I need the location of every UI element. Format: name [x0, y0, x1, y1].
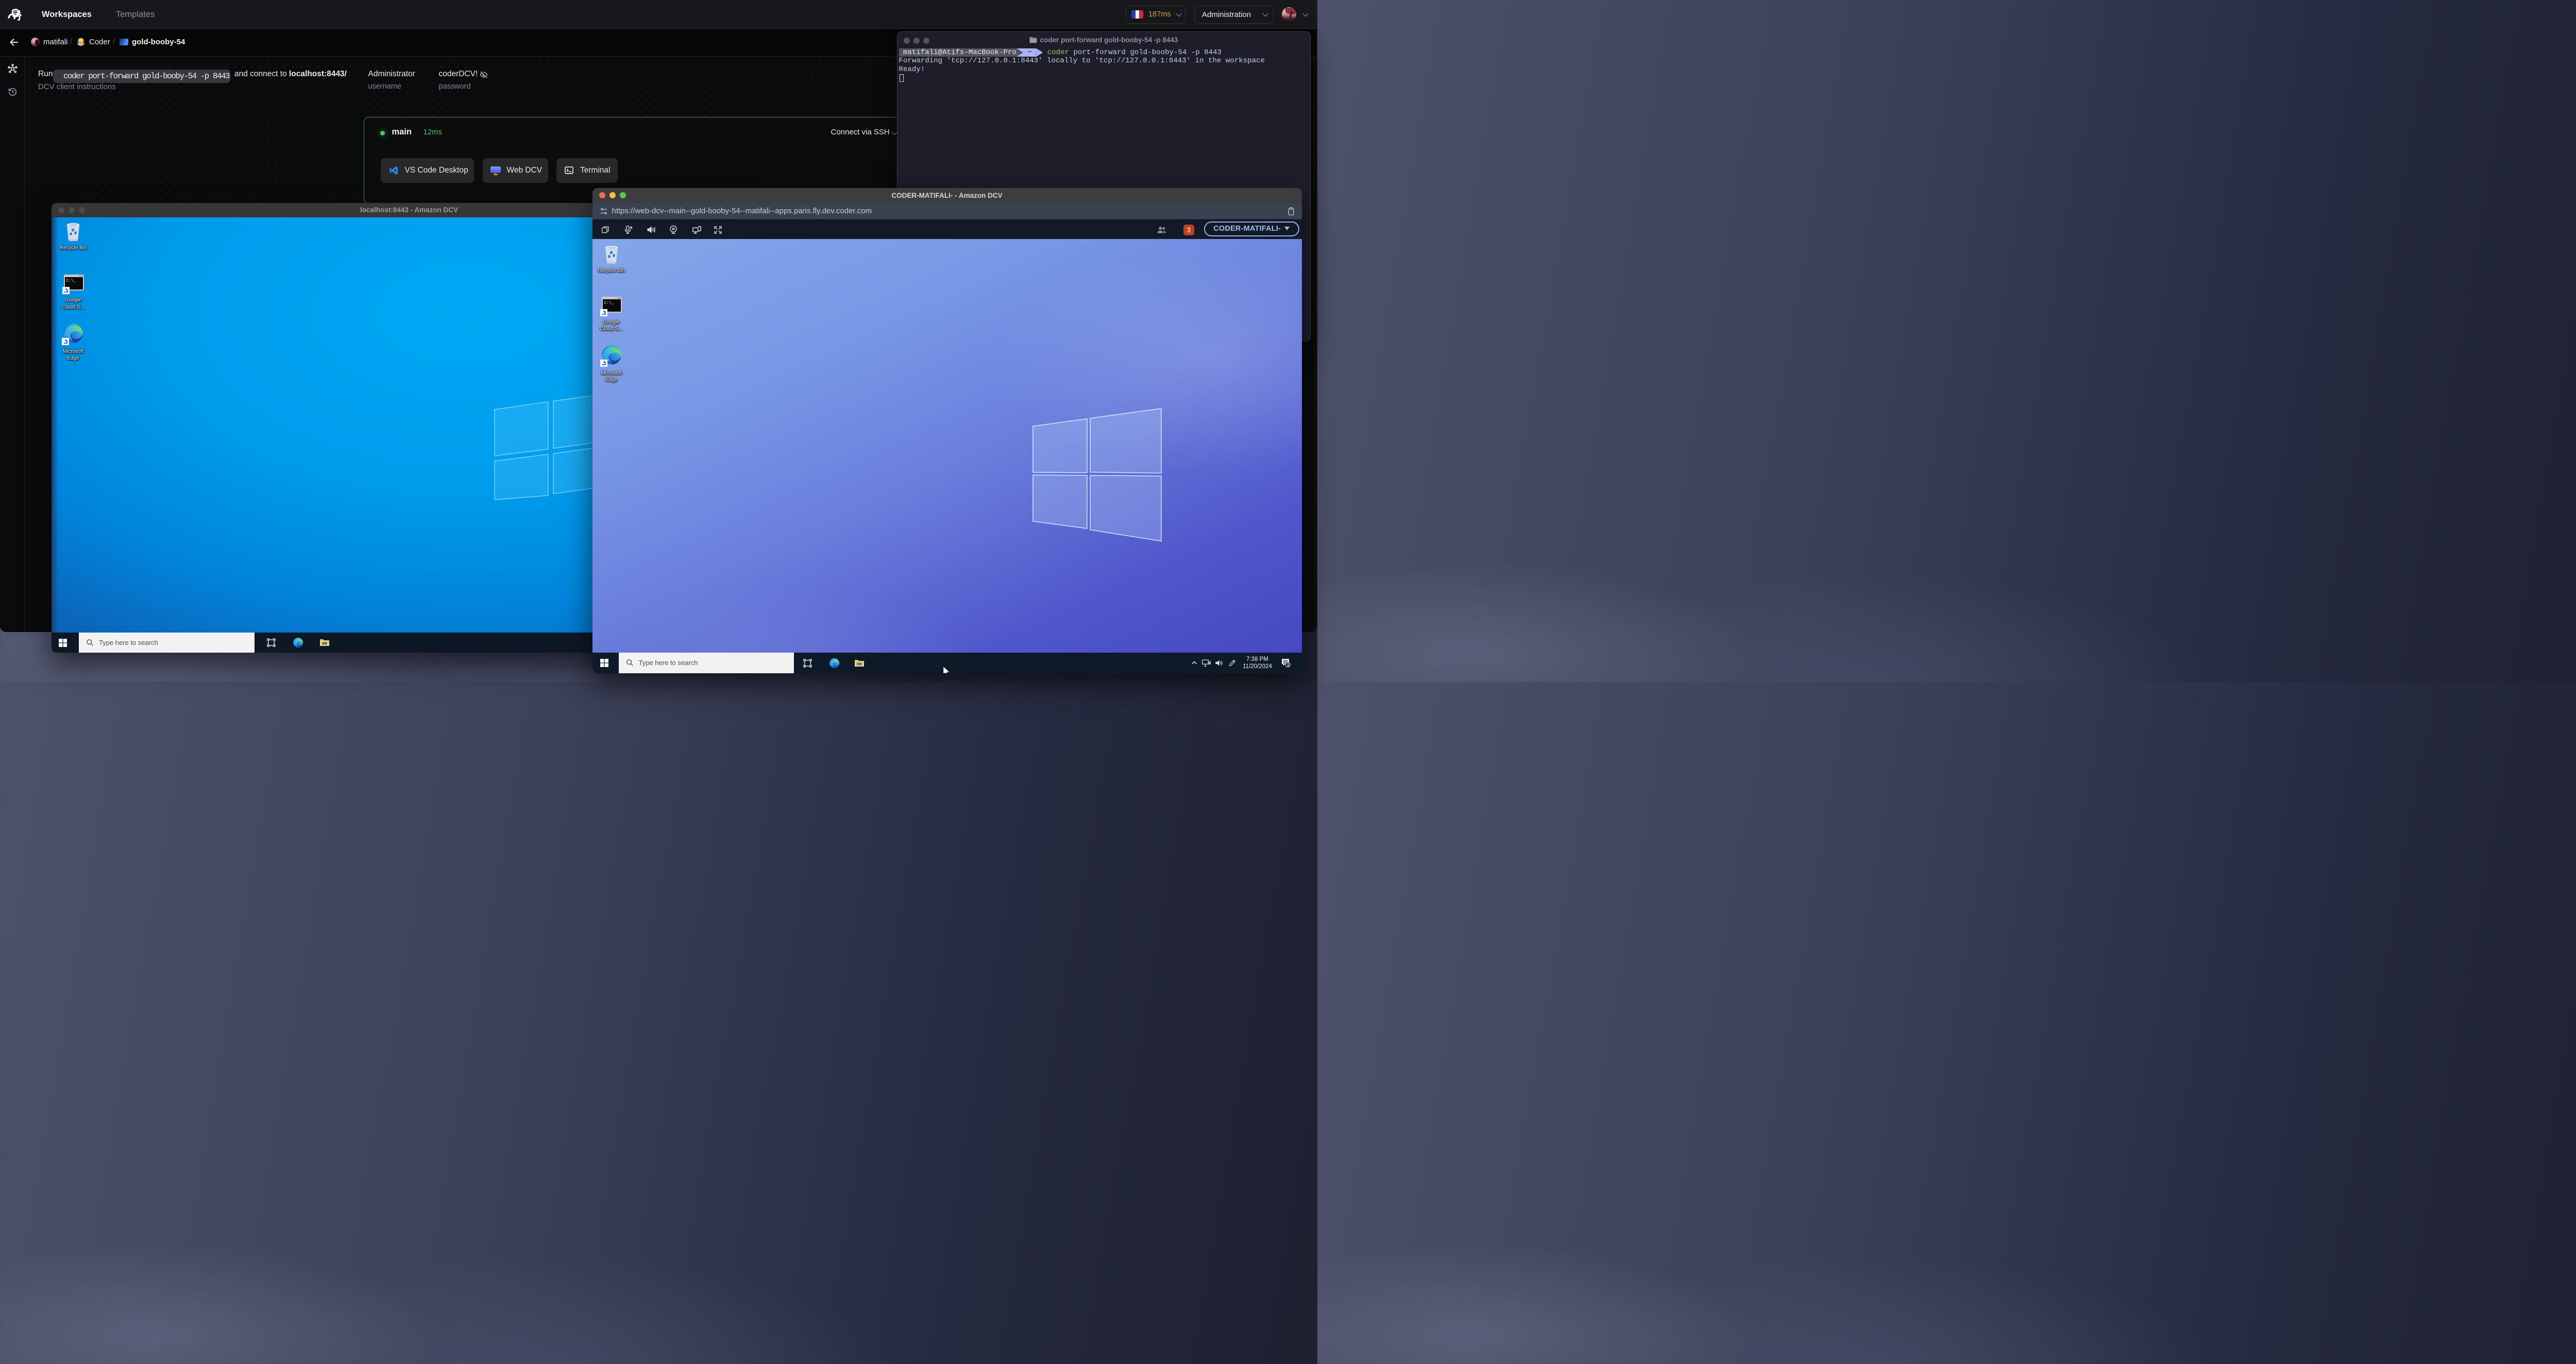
svg-text:C:\_: C:\_: [604, 301, 614, 305]
svg-text:1: 1: [1287, 662, 1290, 667]
svg-text:}: }: [18, 8, 22, 21]
svg-text:C:\_: C:\_: [66, 279, 76, 283]
